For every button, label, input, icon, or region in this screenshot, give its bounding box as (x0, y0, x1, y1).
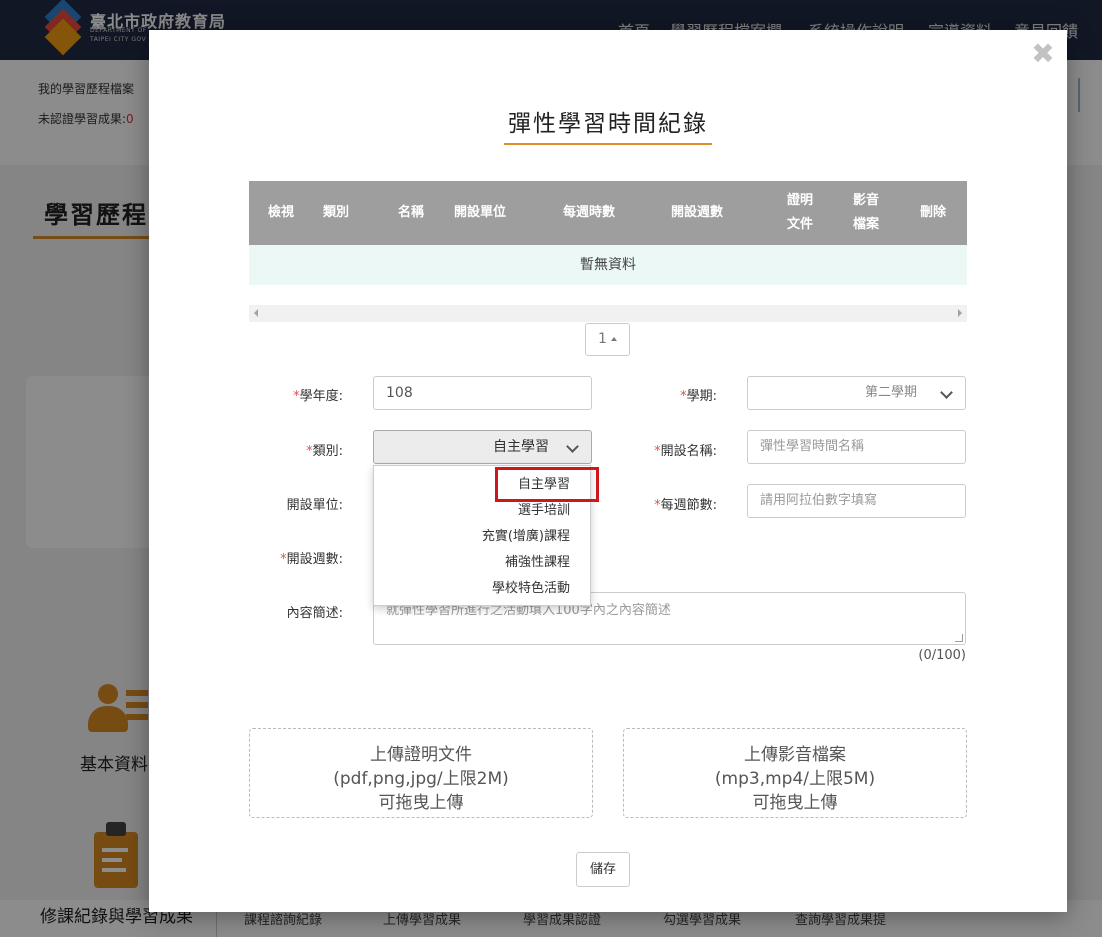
semester-label: *學期: (680, 389, 717, 404)
weekly-periods-input[interactable]: 請用阿拉伯數字填寫 (747, 484, 966, 518)
dropdown-option[interactable]: 補強性課程 (505, 550, 570, 576)
weekly-periods-label: *每週節數: (654, 498, 717, 513)
dropdown-option[interactable]: 學校特色活動 (492, 576, 570, 602)
column-header: 開設週數 (670, 205, 723, 220)
unit-label: 開設單位: (286, 498, 343, 513)
upload-docs-dropzone[interactable]: 上傳證明文件 (pdf,png,jpg/上限2M) 可拖曳上傳 (249, 728, 593, 818)
upload-media-title: 上傳影音檔案 (744, 745, 846, 765)
title-underline (504, 143, 712, 145)
column-header: 名稱 (397, 205, 424, 220)
close-icon[interactable]: ✖ (1029, 40, 1057, 68)
upload-docs-title: 上傳證明文件 (370, 745, 472, 765)
column-header: 影音檔案 (852, 193, 879, 232)
column-header: 證明文件 (786, 193, 813, 232)
content-label: 內容簡述: (286, 606, 343, 621)
upload-media-dropzone[interactable]: 上傳影音檔案 (mp3,mp4/上限5M) 可拖曳上傳 (623, 728, 967, 818)
dropdown-option[interactable]: 充實(增廣)課程 (482, 524, 570, 550)
year-input[interactable]: 108 (373, 376, 592, 410)
chevron-down-icon (566, 440, 579, 453)
category-label: *類別: (306, 444, 343, 459)
upload-media-hint: 可拖曳上傳 (752, 793, 838, 813)
category-value: 自主學習 (493, 439, 549, 455)
horizontal-scrollbar[interactable] (249, 305, 967, 322)
modal-title: 彈性學習時間紀錄 (508, 111, 708, 137)
caret-up-icon (610, 337, 617, 341)
resize-handle-icon[interactable] (955, 634, 963, 642)
scroll-left-icon[interactable] (254, 309, 258, 317)
chevron-down-icon (940, 386, 953, 399)
upload-docs-types: (pdf,png,jpg/上限2M) (333, 769, 509, 789)
char-counter: (0/100) (918, 648, 966, 663)
category-select[interactable]: 自主學習 (373, 430, 592, 464)
column-header: 類別 (322, 205, 349, 220)
column-header: 刪除 (919, 205, 946, 220)
semester-select[interactable]: 第二學期 (747, 376, 966, 410)
semester-value: 第二學期 (864, 385, 917, 400)
column-header: 檢視 (267, 205, 294, 220)
course-name-label: *開設名稱: (654, 444, 717, 459)
upload-media-types: (mp3,mp4/上限5M) (714, 769, 876, 789)
weeks-label: *開設週數: (280, 552, 343, 567)
selection-highlight (495, 467, 599, 502)
column-header: 每週時數 (562, 205, 615, 220)
upload-docs-hint: 可拖曳上傳 (378, 793, 464, 813)
empty-row: 暫無資料 (249, 245, 967, 285)
table-header: 檢視 類別 名稱 開設單位 每週時數 開設週數 證明文件 影音檔案 刪除 (249, 181, 967, 245)
save-button[interactable]: 儲存 (576, 852, 630, 887)
page-size-selector[interactable]: 1 (585, 323, 630, 356)
scroll-right-icon[interactable] (958, 309, 962, 317)
column-header: 開設單位 (453, 205, 506, 220)
flex-learning-modal: ✖ 彈性學習時間紀錄 檢視 類別 名稱 開設單位 每週時數 開設週數 證明文件 … (149, 30, 1067, 912)
year-label: *學年度: (293, 389, 343, 404)
records-table: 檢視 類別 名稱 開設單位 每週時數 開設週數 證明文件 影音檔案 刪除 暫無資… (249, 181, 967, 285)
page-number: 1 (598, 331, 607, 347)
course-name-input[interactable]: 彈性學習時間名稱 (747, 430, 966, 464)
